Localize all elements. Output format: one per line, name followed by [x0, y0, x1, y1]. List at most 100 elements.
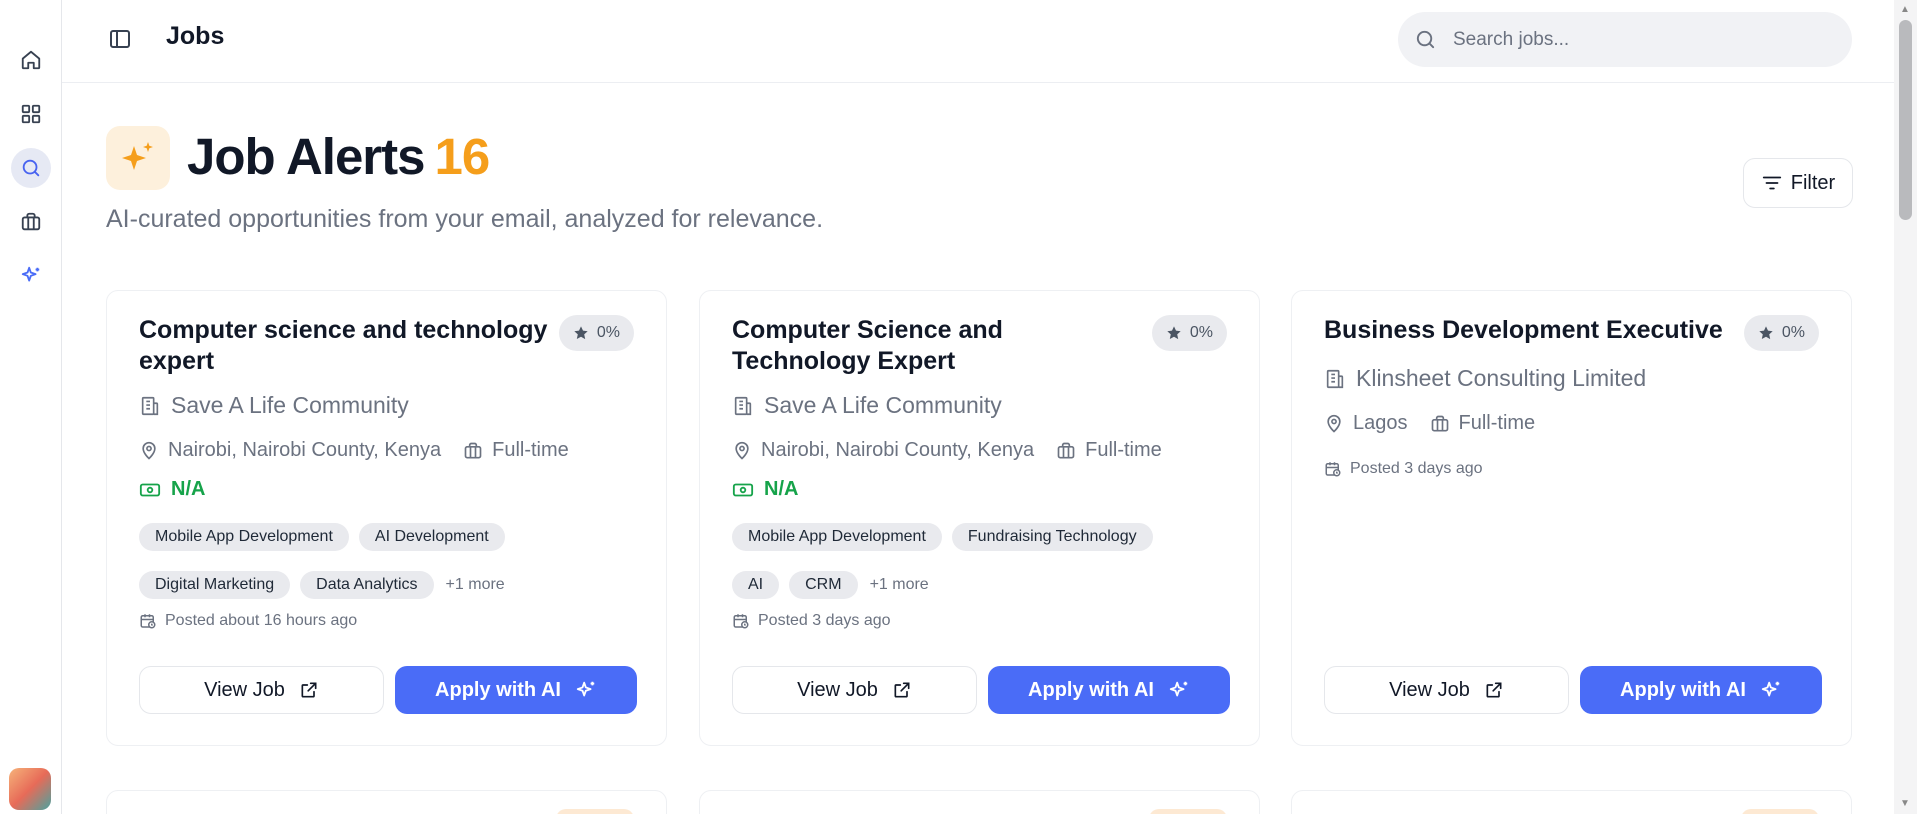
- apply-with-ai-label: Apply with AI: [1620, 678, 1746, 701]
- skill-tag: Fundraising Technology: [951, 523, 1153, 551]
- salary-value: N/A: [171, 478, 206, 500]
- company-row: Save A Life Community: [732, 392, 1002, 419]
- job-card: Business Development Executive 0% Klinsh…: [1291, 290, 1852, 746]
- salary-value: N/A: [764, 478, 799, 500]
- hero-title-text: Job Alerts: [187, 128, 426, 185]
- skill-tags: Mobile App Development Fundraising Techn…: [732, 523, 1232, 599]
- job-card-partial: [1291, 790, 1852, 814]
- briefcase-icon[interactable]: [11, 202, 51, 242]
- match-score-badge: [1149, 809, 1227, 814]
- company-row: Save A Life Community: [139, 392, 409, 419]
- view-job-button[interactable]: View Job: [1324, 666, 1569, 714]
- skill-tag: Digital Marketing: [139, 571, 291, 599]
- left-rail: [0, 0, 62, 814]
- apply-with-ai-button[interactable]: Apply with AI: [1580, 666, 1822, 714]
- view-job-button[interactable]: View Job: [139, 666, 384, 714]
- view-job-label: View Job: [204, 678, 285, 701]
- job-location: Nairobi, Nairobi County, Kenya: [168, 439, 442, 461]
- job-title[interactable]: Computer science and technology expert: [139, 315, 549, 377]
- job-type: Full-time: [1085, 439, 1162, 461]
- posted-date: Posted 3 days ago: [1350, 460, 1483, 477]
- skill-tag: Mobile App Development: [732, 523, 942, 551]
- meta-row: Nairobi, Nairobi County, Kenya Full-time: [139, 439, 569, 462]
- view-job-button[interactable]: View Job: [732, 666, 977, 714]
- job-title[interactable]: Computer Science and Technology Expert: [732, 315, 1142, 377]
- skill-tags: Mobile App Development AI Development Di…: [139, 523, 639, 599]
- filter-button[interactable]: Filter: [1743, 158, 1853, 208]
- sidebar-toggle-icon[interactable]: [108, 27, 132, 51]
- hero-title: Job Alerts 16: [187, 127, 490, 186]
- apply-with-ai-button[interactable]: Apply with AI: [988, 666, 1230, 714]
- money-icon: [732, 483, 754, 496]
- location-pin-icon: [142, 441, 156, 460]
- briefcase-icon: [1057, 442, 1075, 458]
- hero-subtitle: AI-curated opportunities from your email…: [106, 205, 824, 233]
- location-pin-icon: [735, 441, 749, 460]
- meta-row: Nairobi, Nairobi County, Kenya Full-time: [732, 439, 1162, 462]
- match-score-badge: [556, 809, 634, 814]
- star-icon: [1759, 326, 1773, 340]
- posted-row: Posted about 16 hours ago: [139, 612, 357, 630]
- match-score-badge: 0%: [558, 315, 634, 351]
- match-score-badge: 0%: [1743, 315, 1819, 351]
- apply-with-ai-button[interactable]: Apply with AI: [395, 666, 637, 714]
- posted-date: Posted 3 days ago: [758, 612, 891, 629]
- building-icon: [1326, 369, 1344, 388]
- building-icon: [141, 396, 159, 415]
- scroll-thumb[interactable]: [1899, 20, 1912, 220]
- filter-label: Filter: [1790, 171, 1836, 194]
- meta-row: Lagos Full-time: [1324, 412, 1535, 435]
- hero-sparkle-icon: [106, 126, 170, 190]
- filter-icon: [1762, 176, 1781, 190]
- search-input[interactable]: [1453, 28, 1833, 51]
- job-card: Computer science and technology expert 0…: [106, 290, 667, 746]
- posted-row: Posted 3 days ago: [732, 612, 891, 630]
- scroll-up-arrow-icon[interactable]: ▲: [1900, 4, 1910, 15]
- posted-date: Posted about 16 hours ago: [165, 612, 358, 629]
- job-type: Full-time: [492, 439, 569, 461]
- top-bar: Jobs: [62, 0, 1894, 83]
- scroll-down-arrow-icon[interactable]: ▼: [1900, 798, 1910, 809]
- apply-with-ai-label: Apply with AI: [1028, 678, 1154, 701]
- skill-tag: AI: [732, 571, 780, 599]
- briefcase-icon: [1431, 415, 1448, 431]
- home-icon[interactable]: [11, 40, 51, 80]
- skill-tag: CRM: [789, 571, 858, 599]
- job-type: Full-time: [1458, 412, 1536, 434]
- money-icon: [139, 483, 161, 496]
- search-box[interactable]: [1398, 12, 1852, 67]
- skill-tag: Mobile App Development: [139, 523, 349, 551]
- posted-row: Posted 3 days ago: [1324, 460, 1483, 478]
- calendar-clock-icon: [1325, 462, 1341, 477]
- company-row: Klinsheet Consulting Limited: [1324, 365, 1646, 392]
- job-title[interactable]: Business Development Executive: [1324, 315, 1734, 346]
- job-card: Computer Science and Technology Expert 0…: [699, 290, 1260, 746]
- more-tags[interactable]: +1 more: [870, 576, 929, 594]
- more-tags[interactable]: +1 more: [446, 576, 505, 594]
- calendar-clock-icon: [733, 614, 749, 629]
- avatar[interactable]: [9, 768, 51, 810]
- match-score-value: 0%: [1189, 324, 1213, 341]
- skill-tag: AI Development: [358, 523, 505, 551]
- job-location: Nairobi, Nairobi County, Kenya: [761, 439, 1035, 461]
- sparkle-icon: [1169, 681, 1188, 697]
- grid-icon[interactable]: [11, 94, 51, 134]
- sparkle-icon: [1761, 681, 1780, 697]
- company-name: Save A Life Community: [764, 392, 1002, 418]
- match-score-value: 0%: [596, 324, 620, 341]
- skill-tag: Data Analytics: [300, 571, 434, 599]
- company-name: Save A Life Community: [171, 392, 409, 418]
- briefcase-icon: [464, 442, 482, 458]
- match-score-badge: [1741, 809, 1819, 814]
- view-job-label: View Job: [797, 678, 878, 701]
- job-location: Lagos: [1353, 412, 1408, 434]
- company-name: Klinsheet Consulting Limited: [1356, 365, 1647, 391]
- sparkle-icon: [576, 681, 595, 697]
- search-icon[interactable]: [11, 148, 51, 188]
- external-link-icon: [301, 682, 317, 698]
- sparkle-icon[interactable]: [11, 256, 51, 296]
- match-score-value: 0%: [1781, 324, 1805, 341]
- match-score-badge: 0%: [1151, 315, 1227, 351]
- scrollbar[interactable]: ▲ ▼: [1894, 0, 1917, 814]
- job-card-partial: [106, 790, 667, 814]
